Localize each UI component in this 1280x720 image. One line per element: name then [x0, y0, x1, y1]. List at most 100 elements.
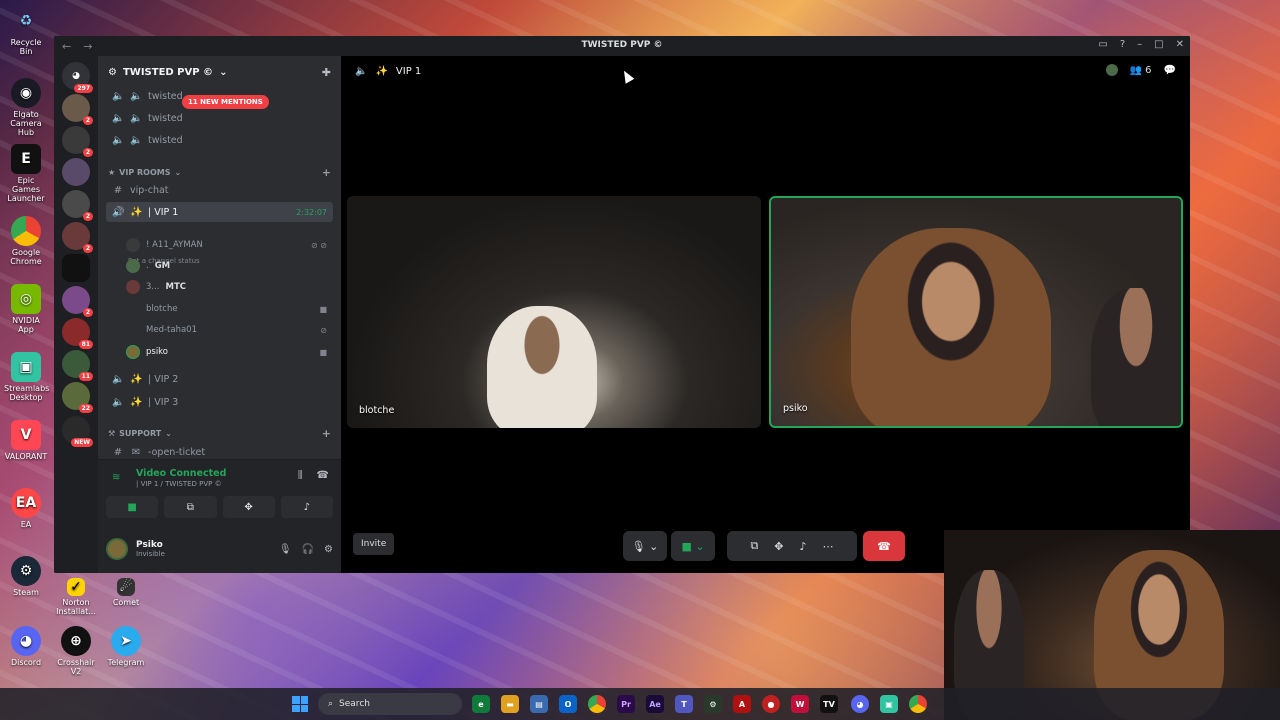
app-icon[interactable]: W	[791, 695, 809, 713]
tradingview-icon[interactable]: TV	[820, 695, 838, 713]
store-icon[interactable]: ▤	[530, 695, 548, 713]
add-user-icon[interactable]: ✚	[322, 66, 331, 79]
minimize-icon[interactable]: –	[1137, 39, 1142, 50]
edge-icon[interactable]: e	[472, 695, 490, 713]
signal-icon[interactable]: ≋	[112, 472, 120, 483]
desktop-icon-steam[interactable]: ⚙ Steam	[4, 556, 48, 597]
category-support[interactable]: ⚒ SUPPORT ⌄ +	[108, 426, 331, 440]
after-effects-icon[interactable]: Ae	[646, 695, 664, 713]
disconnect-icon[interactable]: ☎	[317, 470, 329, 481]
video-tile[interactable]: blotche	[347, 196, 761, 428]
chat-icon[interactable]: 💬	[1164, 65, 1176, 76]
discord-icon[interactable]: ◕	[851, 695, 869, 713]
user-panel: Psiko Invisible 🎙 🎧 ⚙	[98, 525, 341, 573]
desktop-icon-chrome[interactable]: Google Chrome	[4, 216, 48, 266]
video-tile-speaking[interactable]: psiko	[769, 196, 1183, 428]
desktop-icon-ea[interactable]: EA EA	[4, 488, 48, 529]
invite-button[interactable]: Invite	[353, 533, 395, 555]
new-mentions-pill[interactable]: 11 NEW MENTIONS	[182, 95, 269, 109]
desktop-icon-norton[interactable]: ✓ Norton Installat...	[54, 578, 98, 616]
voice-member[interactable]: . GM	[126, 257, 333, 275]
screen-share-icon[interactable]: ⧉	[750, 539, 758, 553]
guild-header[interactable]: ⚙ TWISTED PVP © ⌄ ✚	[98, 56, 341, 88]
chrome-icon[interactable]	[909, 695, 927, 713]
microphone-icon[interactable]: 🎙	[279, 544, 292, 555]
voice-channel-vip1[interactable]: 🔊 ✨ | VIP 1 2:32:07	[106, 202, 333, 222]
server-icon[interactable]: 22	[62, 382, 93, 413]
server-icon[interactable]: 81	[62, 318, 93, 349]
desktop-icon-telegram[interactable]: ➤ Telegram	[104, 626, 148, 667]
hashtag-icon: #	[113, 446, 123, 458]
teams-icon[interactable]: T	[675, 695, 693, 713]
gear-icon[interactable]: ⚙	[324, 544, 333, 555]
voice-member[interactable]: 3... MTC	[126, 278, 333, 296]
app-icon[interactable]: ●	[762, 695, 780, 713]
voice-channel-twisted[interactable]: 🔈 🔈 twisted	[106, 130, 333, 150]
desktop-icon-valorant[interactable]: V VALORANT	[4, 420, 48, 461]
server-icon[interactable]	[62, 254, 90, 282]
noise-suppression-icon[interactable]: ⫼	[298, 470, 303, 481]
desktop-icon-elgato[interactable]: ◉ Elgato Camera Hub	[4, 78, 48, 137]
muted-icon: ⊘ ⊘	[311, 240, 327, 250]
end-call-button[interactable]: ☎	[863, 531, 905, 561]
server-home[interactable]: ◕ 297	[62, 62, 93, 93]
desktop-icon-epic[interactable]: E Epic Games Launcher	[4, 144, 48, 203]
activities-icon[interactable]: ✥	[774, 540, 783, 553]
server-icon[interactable]	[62, 158, 90, 186]
activity-icon[interactable]	[1105, 64, 1118, 76]
desktop-icon-crosshair[interactable]: ⊕ Crosshair V2	[54, 626, 98, 676]
participant-video	[851, 228, 1051, 426]
voice-channel-twisted[interactable]: 🔈 🔈 twisted	[106, 108, 333, 128]
add-channel-icon[interactable]: +	[322, 427, 331, 440]
voice-member[interactable]: Med-taha01 ⊘	[126, 321, 333, 339]
voice-member[interactable]: blotche ■	[126, 300, 333, 318]
server-icon[interactable]: 2	[62, 126, 93, 157]
desktop-icon-nvidia[interactable]: ◎ NVIDIA App	[4, 284, 48, 334]
channel-sidebar: ⚙ TWISTED PVP © ⌄ ✚ 🔈 🔈 twisted 11 NEW MEN…	[98, 56, 341, 573]
server-icon[interactable]: 2	[62, 190, 93, 221]
close-icon[interactable]: ✕	[1176, 39, 1184, 50]
chrome-icon[interactable]	[588, 695, 606, 713]
inbox-icon[interactable]: ▭	[1098, 39, 1107, 50]
voice-channel-vip2[interactable]: 🔈 ✨ | VIP 2	[106, 369, 333, 389]
server-icon[interactable]: NEW	[62, 416, 93, 447]
text-channel-vip-chat[interactable]: # vip-chat	[106, 180, 333, 200]
app-icon[interactable]: ⚙	[704, 695, 722, 713]
server-icon[interactable]: 2	[62, 94, 93, 125]
help-icon[interactable]: ?	[1120, 39, 1125, 50]
premiere-icon[interactable]: Pr	[617, 695, 635, 713]
server-icon[interactable]: 2	[62, 222, 93, 253]
video-button[interactable]: ■ ⌄	[671, 531, 715, 561]
maximize-icon[interactable]: □	[1154, 39, 1163, 50]
headphones-icon[interactable]: 🎧	[302, 544, 314, 555]
adobe-icon[interactable]: A	[733, 695, 751, 713]
server-icon[interactable]: 2	[62, 286, 93, 317]
desktop-icon-discord[interactable]: ◕ Discord	[4, 626, 48, 667]
taskbar-search[interactable]: ⌕ Search	[318, 693, 462, 715]
file-explorer-icon[interactable]: ▬	[501, 695, 519, 713]
add-channel-icon[interactable]: +	[322, 166, 331, 179]
streamlabs-icon[interactable]: ▣	[880, 695, 898, 713]
user-info[interactable]: Psiko Invisible	[136, 540, 165, 558]
more-icon[interactable]: ⋯	[823, 540, 834, 553]
participants-icon[interactable]: 👥 6	[1130, 65, 1152, 76]
avatar[interactable]	[106, 538, 128, 560]
mute-button[interactable]: 🎙 ⌄	[623, 531, 667, 561]
voice-status-subtitle[interactable]: | VIP 1 / TWISTED PVP ©	[136, 480, 222, 488]
soundboard-button[interactable]: ♪	[280, 496, 333, 518]
voice-member[interactable]: psiko ■	[126, 343, 333, 361]
screen-share-button[interactable]: ⧉	[164, 496, 217, 518]
desktop-icon-streamlabs[interactable]: ▣ Streamlabs Desktop	[4, 352, 49, 402]
camera-button[interactable]: ■	[106, 496, 159, 518]
desktop-icon-comet[interactable]: ☄ Comet	[104, 578, 148, 607]
windows-start-icon[interactable]	[292, 696, 308, 712]
server-icon[interactable]: 11	[62, 350, 93, 381]
desktop-icon-recycle-bin[interactable]: ♻ Recycle Bin	[4, 6, 48, 57]
soundboard-icon[interactable]: ♪	[800, 540, 807, 553]
outlook-icon[interactable]: O	[559, 695, 577, 713]
category-vip-rooms[interactable]: ★ VIP ROOMS ⌄ +	[108, 165, 331, 179]
activities-button[interactable]: ✥	[222, 496, 275, 518]
voice-member[interactable]: ! A11_AYMAN ⊘ ⊘	[126, 236, 333, 254]
voice-channel-vip3[interactable]: 🔈 ✨ | VIP 3	[106, 392, 333, 412]
avatar	[126, 259, 140, 273]
